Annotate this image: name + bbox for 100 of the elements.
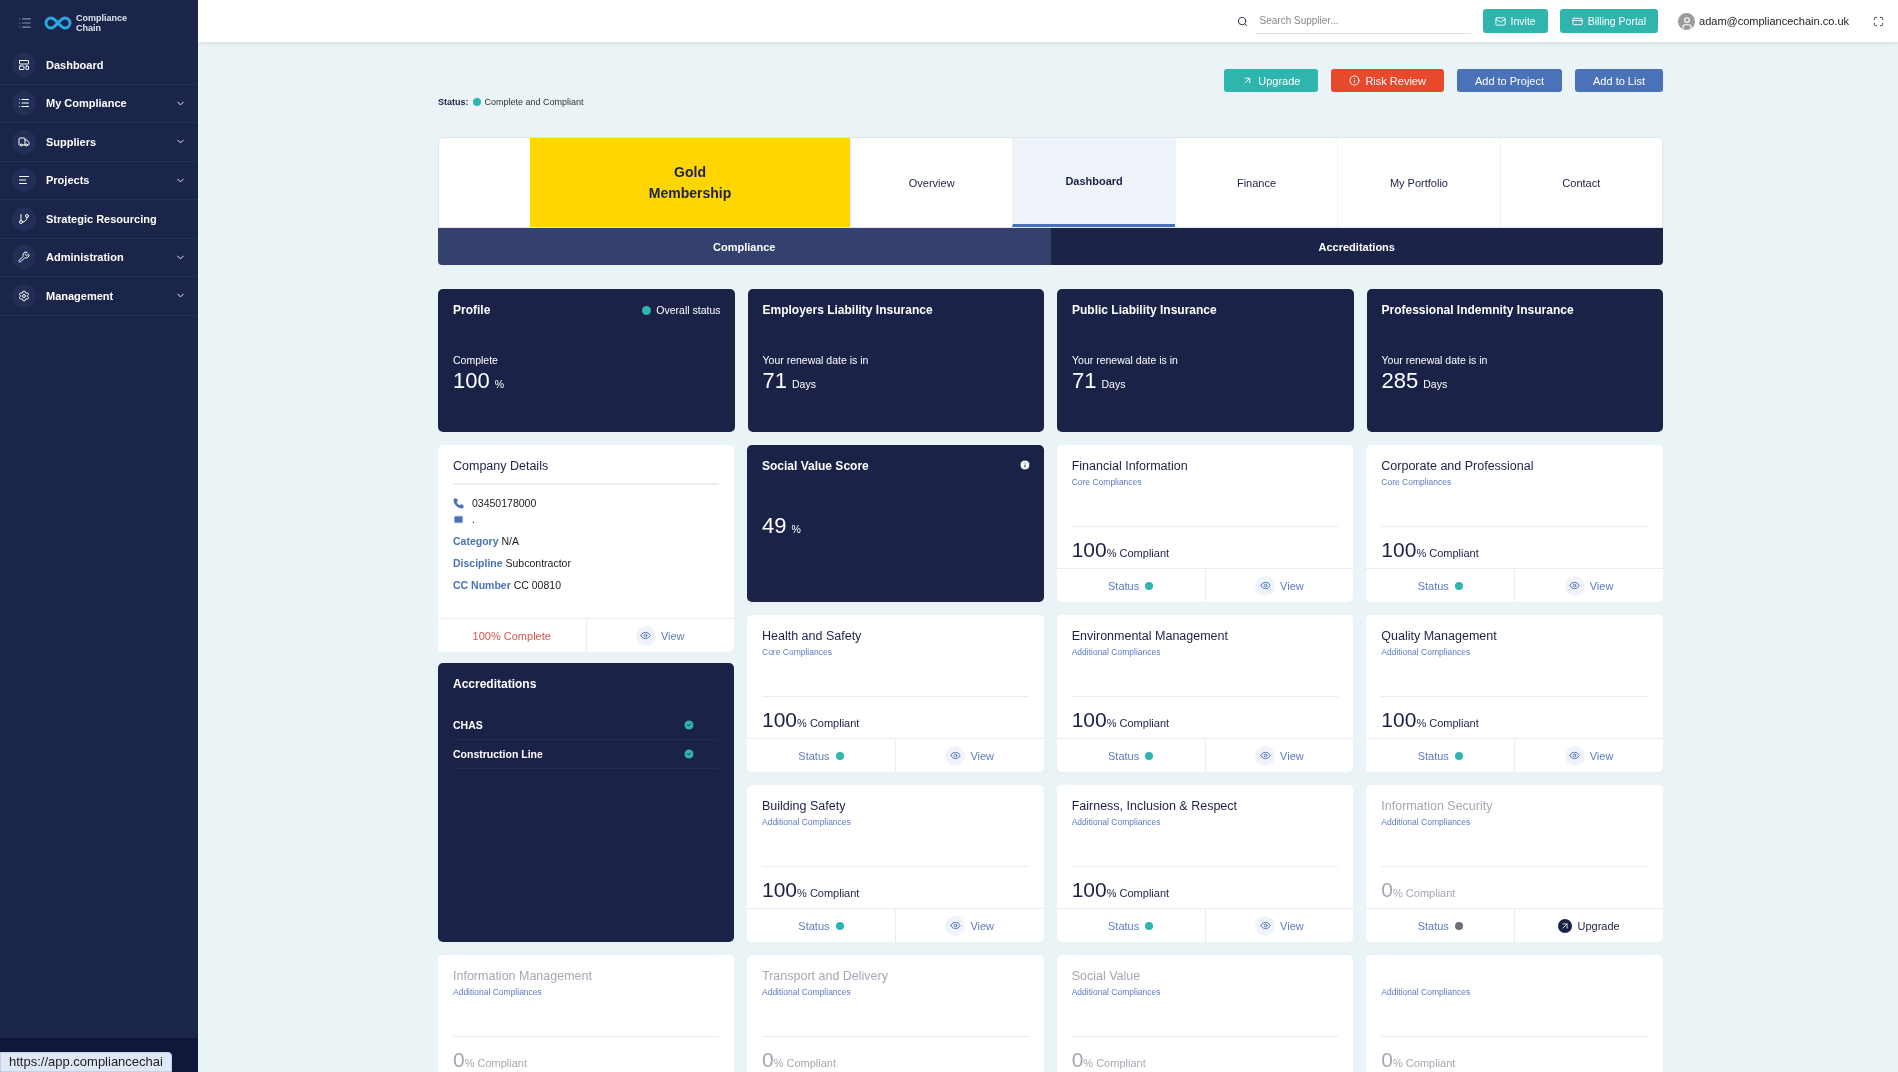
- card-title: Financial Information: [1071, 459, 1189, 474]
- compliance-percent: 0% Compliant: [762, 1047, 838, 1072]
- status-label: Status: [1417, 919, 1449, 932]
- user-account[interactable]: adam@compliancechain.co.uk: [1678, 12, 1849, 30]
- sub-tab[interactable]: Accreditations: [1050, 228, 1663, 265]
- overall-status: Overall status: [642, 304, 721, 316]
- card-value: 285 Days: [1381, 368, 1448, 394]
- layout-icon: [12, 52, 36, 77]
- status-dot: [642, 305, 652, 315]
- card-title: Transport and Delivery: [762, 969, 889, 984]
- nav-tab[interactable]: Contact: [1499, 138, 1662, 227]
- phone-icon: [453, 497, 464, 509]
- card-title: Quality Management: [1381, 629, 1498, 644]
- action-button[interactable]: Risk Review: [1331, 69, 1444, 92]
- compliance-percent: 100% Compliant: [1381, 707, 1480, 733]
- card-title: Fairness, Inclusion & Respect: [1071, 799, 1238, 814]
- card-value: 71 Days: [1072, 368, 1126, 394]
- detail-field: CC Number CC 00810: [453, 579, 719, 591]
- fullscreen-icon[interactable]: [1873, 15, 1884, 27]
- status-text: Complete and Compliant: [484, 97, 584, 107]
- accreditation-name: Construction Line: [453, 748, 543, 760]
- truck-icon: [12, 129, 36, 154]
- compliance-percent: 100% Compliant: [762, 877, 861, 903]
- card-title: Environmental Management: [1071, 629, 1229, 644]
- card-title: Social Value: [1071, 969, 1142, 984]
- search-field[interactable]: Search Supplier...: [1255, 8, 1471, 34]
- branch-icon: [12, 206, 36, 231]
- eye-icon: [635, 625, 656, 646]
- card-title: Information Security: [1381, 799, 1494, 814]
- view-link[interactable]: View: [945, 915, 995, 936]
- status-label: Status: [1417, 749, 1449, 762]
- card-subtitle: Additional Compliances: [1381, 817, 1472, 827]
- view-link[interactable]: View: [635, 625, 685, 646]
- sidebar-item[interactable]: Management: [0, 277, 198, 316]
- compliance-percent: 100% Compliant: [762, 707, 861, 733]
- search-icon: [1236, 15, 1248, 27]
- mail-icon: [453, 513, 464, 525]
- card-subtitle: Additional Compliances: [762, 987, 852, 997]
- view-link[interactable]: View: [1564, 575, 1614, 596]
- card-caption: Your renewal date is in: [762, 354, 869, 366]
- menu-icon[interactable]: [18, 16, 32, 30]
- card-value: 49 %: [762, 513, 801, 539]
- sidebar-item[interactable]: Projects: [0, 161, 198, 200]
- view-link[interactable]: View: [1255, 745, 1304, 766]
- sidebar-item[interactable]: My Compliance: [0, 84, 198, 123]
- card-caption: Complete: [453, 354, 498, 366]
- eye-icon: [945, 745, 966, 766]
- bars-icon: [12, 168, 36, 193]
- sidebar-item[interactable]: Administration: [0, 238, 198, 277]
- view-link[interactable]: View: [1255, 915, 1304, 936]
- sidebar-item[interactable]: Strategic Resourcing: [0, 200, 198, 239]
- email-text: .: [472, 513, 475, 525]
- nav-tab[interactable]: My Portfolio: [1337, 138, 1500, 227]
- card-title: Accreditations: [453, 677, 537, 691]
- card-title: Company Details: [453, 459, 719, 485]
- card-title: Professional Indemnity Insurance: [1381, 303, 1574, 317]
- upgrade-link[interactable]: Upgrade: [1558, 918, 1620, 933]
- status-label: Status: [1108, 919, 1140, 932]
- eye-icon: [1255, 745, 1276, 766]
- card-subtitle: Core Compliances: [1381, 477, 1453, 487]
- sidebar-item[interactable]: Suppliers: [0, 123, 198, 162]
- eye-icon: [1255, 575, 1276, 596]
- card-title: Social Value Score: [762, 459, 869, 473]
- nav-tab[interactable]: Dashboard: [1012, 138, 1175, 227]
- card-title: Employers Liability Insurance: [762, 303, 933, 317]
- sidebar-item[interactable]: Dashboard: [0, 46, 198, 85]
- compliance-percent: 100% Compliant: [1071, 877, 1171, 903]
- card-subtitle: Additional Compliances: [1381, 987, 1472, 997]
- nav-tab[interactable]: Finance: [1174, 138, 1338, 227]
- status-label: Status: [798, 749, 830, 762]
- compliance-percent: 0% Compliant: [1381, 877, 1457, 903]
- eye-icon: [945, 915, 966, 936]
- detail-field: Discipline Subcontractor: [453, 557, 719, 569]
- logo-text: Compliance Chain: [76, 13, 127, 33]
- eye-icon: [1255, 915, 1276, 936]
- status-label: Status: [798, 919, 830, 932]
- card-subtitle: Core Compliances: [1071, 477, 1143, 487]
- view-link[interactable]: View: [945, 745, 995, 766]
- status-label: Status:: [438, 97, 469, 107]
- eye-icon: [1564, 575, 1585, 596]
- sub-tab[interactable]: Compliance: [438, 228, 1051, 265]
- action-button[interactable]: Add to List: [1575, 69, 1663, 92]
- action-button[interactable]: Add to Project: [1456, 69, 1562, 92]
- card-title: Public Liability Insurance: [1072, 303, 1217, 317]
- status-label: Status: [1417, 579, 1449, 592]
- card-subtitle: Additional Compliances: [762, 817, 852, 827]
- info-icon[interactable]: [1018, 459, 1031, 471]
- link-url-tooltip: https://app.compliancechai: [0, 1052, 172, 1072]
- card-subtitle: Additional Compliances: [453, 987, 543, 997]
- card-icon: [1571, 15, 1583, 27]
- card-caption: Your renewal date is in: [1381, 354, 1488, 366]
- eye-icon: [1564, 745, 1585, 766]
- view-link[interactable]: View: [1255, 575, 1304, 596]
- card-title: Building Safety: [762, 799, 847, 814]
- completion-text: 100% Complete: [472, 629, 551, 642]
- gear-icon: [12, 283, 36, 308]
- view-link[interactable]: View: [1564, 745, 1614, 766]
- card-title: Health and Safety: [762, 629, 863, 644]
- avatar-icon: [1678, 12, 1696, 30]
- card-value: 71 Days: [762, 368, 816, 394]
